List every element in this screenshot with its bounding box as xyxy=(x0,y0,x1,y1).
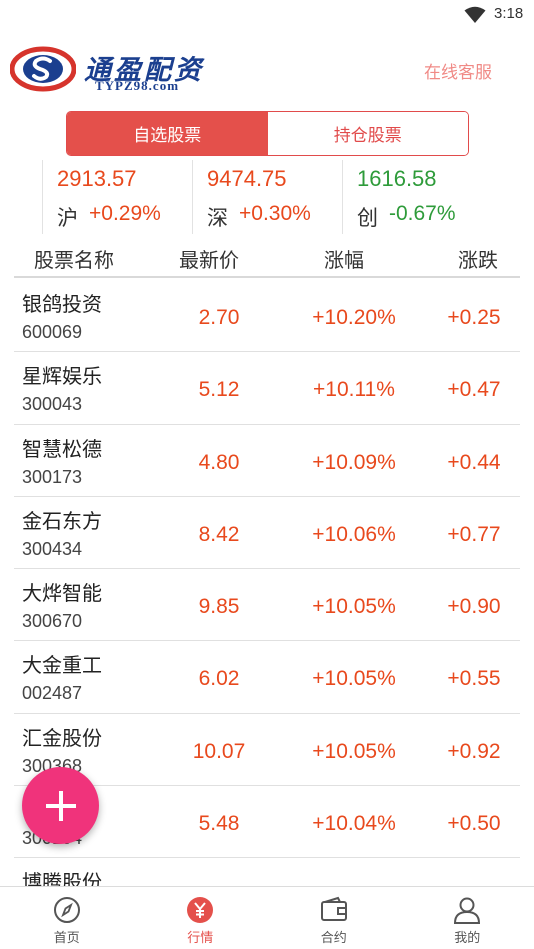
stock-name: 汇金股份 xyxy=(22,725,102,750)
index-value: 1616.58 xyxy=(357,166,437,191)
index-chinext[interactable]: 1616.58 创 -0.67% xyxy=(342,160,492,234)
table-row[interactable]: 大烨智能 300670 9.85 +10.05% +0.90 xyxy=(14,569,520,642)
stock-change: +0.25 xyxy=(447,306,501,329)
header-change[interactable]: 涨跌 xyxy=(458,244,498,273)
header-stock-name: 股票名称 xyxy=(34,248,114,272)
stock-code: 300434 xyxy=(22,538,83,559)
stock-name: 博腾股份 xyxy=(22,870,102,886)
header-change-pct[interactable]: 涨幅 xyxy=(324,244,364,273)
tab-watchlist[interactable]: 自选股票 xyxy=(67,112,268,155)
table-row[interactable]: 金石东方 300434 8.42 +10.06% +0.77 xyxy=(14,497,520,570)
index-shanghai[interactable]: 2913.57 沪 +0.29% xyxy=(42,160,192,234)
compass-icon xyxy=(52,895,82,925)
stock-change-pct: +10.05% xyxy=(312,667,396,691)
stock-price: 5.12 xyxy=(198,378,240,402)
yen-icon xyxy=(185,895,215,925)
stock-change: +0.77 xyxy=(447,522,501,546)
stock-price: 4.80 xyxy=(198,450,240,474)
stock-price: 9.85 xyxy=(198,595,240,619)
stock-change: +0.50 xyxy=(447,812,501,836)
nav-home[interactable]: 首页 xyxy=(0,887,134,949)
page: 3:18 通盈配资 TYPZ98.com 在线客服 自选股票 持仓股票 2913… xyxy=(0,0,534,949)
stock-change: +0.90 xyxy=(447,595,501,619)
stock-name: 金石东方 xyxy=(22,508,102,533)
stock-change-pct: +10.20% xyxy=(312,306,396,329)
status-time: 3:18 xyxy=(494,5,524,22)
stock-price: 8.42 xyxy=(198,522,240,546)
stock-change: +0.92 xyxy=(447,739,501,763)
stock-price: 10.07 xyxy=(192,739,246,763)
stock-price: 5.48 xyxy=(198,812,240,836)
index-value: 9474.75 xyxy=(207,166,287,191)
table-row[interactable]: 银鸽投资 600069 2.70 +10.20% +0.25 xyxy=(14,280,520,353)
stock-code: 300670 xyxy=(22,611,83,632)
logo-icon xyxy=(10,46,76,92)
stock-code: 300043 xyxy=(22,394,83,415)
customer-service-link[interactable]: 在线客服 xyxy=(424,58,492,83)
user-icon xyxy=(452,895,482,925)
stock-code: 600069 xyxy=(22,322,83,342)
market-indices: 2913.57 沪 +0.29% 9474.75 深 +0.30% 1616.5… xyxy=(0,160,534,234)
table-row[interactable]: 智慧松德 300173 4.80 +10.09% +0.44 xyxy=(14,425,520,497)
header: 通盈配资 TYPZ98.com 在线客服 xyxy=(0,38,534,100)
stock-name: 智慧松德 xyxy=(22,436,102,461)
stock-name: 大烨智能 xyxy=(22,581,102,606)
stock-change-pct: +10.05% xyxy=(312,739,396,763)
nav-label: 我的 xyxy=(454,931,481,946)
stock-change-pct: +10.06% xyxy=(312,522,396,546)
stock-price: 2.70 xyxy=(198,306,240,329)
index-value: 2913.57 xyxy=(57,166,137,191)
stock-change-pct: +10.11% xyxy=(313,378,395,402)
tab-holdings[interactable]: 持仓股票 xyxy=(267,112,468,155)
stock-code: 002487 xyxy=(22,683,83,704)
nav-contract[interactable]: 合约 xyxy=(267,887,401,949)
stock-change: +0.47 xyxy=(447,378,501,402)
index-change: +0.30% xyxy=(239,202,311,225)
stock-change-pct: +10.05% xyxy=(312,595,396,619)
nav-label: 合约 xyxy=(320,931,347,946)
logo-domain: TYPZ98.com xyxy=(95,78,180,93)
nav-label: 行情 xyxy=(187,931,214,946)
stock-tabs: 自选股票 持仓股票 xyxy=(66,111,469,156)
stock-change: +0.44 xyxy=(447,450,501,474)
stock-change-pct: +10.09% xyxy=(312,450,396,474)
table-row[interactable]: 博腾股份 xyxy=(14,858,520,886)
index-name: 创 xyxy=(357,206,378,230)
index-name: 深 xyxy=(207,206,228,230)
nav-mine[interactable]: 我的 xyxy=(401,887,534,949)
wifi-icon xyxy=(464,6,486,23)
header-latest-price[interactable]: 最新价 xyxy=(179,244,239,273)
index-change: -0.67% xyxy=(389,202,456,225)
wallet-icon xyxy=(319,895,349,925)
nav-market[interactable]: 行情 xyxy=(134,887,268,949)
table-row[interactable]: 汇金股份 300368 10.07 +10.05% +0.92 xyxy=(14,714,520,787)
stock-price: 6.02 xyxy=(198,667,240,691)
plus-icon xyxy=(45,790,76,821)
status-bar: 3:18 xyxy=(0,0,534,30)
index-change: +0.29% xyxy=(89,202,161,225)
stock-code: 300173 xyxy=(22,466,83,487)
index-name: 沪 xyxy=(57,206,78,230)
table-row[interactable]: 星辉娱乐 300043 5.12 +10.11% +0.47 xyxy=(14,352,520,425)
stock-name: 星辉娱乐 xyxy=(22,364,102,389)
stock-name: 银鸽投资 xyxy=(22,292,102,316)
bottom-nav: 首页 行情 合约 我的 xyxy=(0,886,534,949)
table-header: 股票名称 最新价 涨幅 涨跌 xyxy=(14,236,520,278)
stock-name: 大金重工 xyxy=(22,653,102,678)
table-row[interactable]: 大金重工 002487 6.02 +10.05% +0.55 xyxy=(14,641,520,714)
stock-change-pct: +10.04% xyxy=(312,812,396,836)
stock-change: +0.55 xyxy=(447,667,501,691)
add-stock-button[interactable] xyxy=(22,767,99,844)
index-shenzhen[interactable]: 9474.75 深 +0.30% xyxy=(192,160,342,234)
nav-label: 首页 xyxy=(53,931,80,946)
